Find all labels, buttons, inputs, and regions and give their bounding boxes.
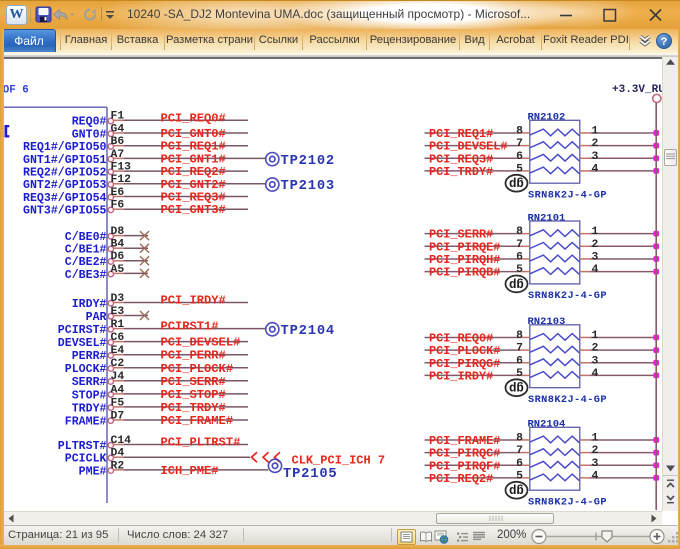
svg-text:gp: gp <box>509 381 524 395</box>
svg-text:6: 6 <box>516 251 523 263</box>
svg-text:OF 6: OF 6 <box>3 84 29 96</box>
svg-text:RN2101: RN2101 <box>528 212 566 224</box>
svg-text:5: 5 <box>516 264 523 276</box>
svg-text:PCI_REQ0#: PCI_REQ0# <box>161 111 226 125</box>
svg-text:SRN8K2J-4-GP: SRN8K2J-4-GP <box>528 290 607 302</box>
svg-text:4: 4 <box>592 368 599 380</box>
svg-text:5: 5 <box>516 163 523 175</box>
svg-text:6: 6 <box>516 355 523 367</box>
svg-text:PCI_PLOCK#: PCI_PLOCK# <box>161 362 234 376</box>
svg-text:PCICLK: PCICLK <box>65 453 107 466</box>
svg-text:1: 1 <box>592 330 599 342</box>
svg-text:3: 3 <box>592 355 599 367</box>
svg-text:7: 7 <box>516 445 523 457</box>
svg-text:2: 2 <box>592 343 599 355</box>
svg-text:PCI_PERR#: PCI_PERR# <box>161 349 226 363</box>
svg-text:RN2104: RN2104 <box>528 419 566 431</box>
svg-text:C/BE3#: C/BE3# <box>65 269 107 282</box>
svg-text:RN2102: RN2102 <box>528 112 566 124</box>
svg-text:GNT0#: GNT0# <box>72 128 107 141</box>
svg-text:8: 8 <box>516 330 523 342</box>
svg-text:8: 8 <box>516 432 523 444</box>
svg-text:ICH_PME#: ICH_PME# <box>161 464 219 478</box>
svg-text:8: 8 <box>516 226 523 238</box>
svg-text:TP2103: TP2103 <box>281 179 335 194</box>
svg-text:3: 3 <box>592 151 599 163</box>
svg-text:6: 6 <box>516 151 523 163</box>
svg-text:PERR#: PERR# <box>72 350 107 363</box>
svg-text:4: 4 <box>592 264 599 276</box>
svg-text:5: 5 <box>516 470 523 482</box>
svg-text:PCI_PIRQB#: PCI_PIRQB# <box>429 266 500 280</box>
svg-text:PCI_GNT3#: PCI_GNT3# <box>161 203 226 217</box>
svg-text:REQ1#/GPIO50: REQ1#/GPIO50 <box>23 141 107 154</box>
svg-text:6: 6 <box>516 458 523 470</box>
svg-text:FRAME#: FRAME# <box>65 415 107 428</box>
svg-text:4: 4 <box>592 470 599 482</box>
svg-text:PCI_TRDY#: PCI_TRDY# <box>429 165 493 179</box>
svg-text:gp: gp <box>509 277 524 291</box>
svg-text:GNT2#/GPIO53: GNT2#/GPIO53 <box>23 179 107 192</box>
svg-text:GNT3#/GPIO55: GNT3#/GPIO55 <box>23 205 107 218</box>
svg-text:PCIRST#: PCIRST# <box>58 324 107 337</box>
svg-text:GNT1#/GPIO51: GNT1#/GPIO51 <box>23 154 107 167</box>
svg-text:RN2103: RN2103 <box>528 316 566 328</box>
svg-text:gp: gp <box>509 483 524 497</box>
svg-text:2: 2 <box>592 239 599 251</box>
svg-text:PCI_IRDY#: PCI_IRDY# <box>161 294 226 308</box>
svg-text:PCI_PLTRST#: PCI_PLTRST# <box>161 436 241 450</box>
svg-text:PCI_DEVSEL#: PCI_DEVSEL# <box>161 336 241 350</box>
svg-text:C/BE1#: C/BE1# <box>65 244 107 257</box>
svg-text:IRDY#: IRDY# <box>72 298 107 311</box>
svg-text:gp: gp <box>509 176 524 190</box>
svg-text:1: 1 <box>592 125 599 137</box>
svg-text:SERR#: SERR# <box>72 376 107 389</box>
svg-text:PCI_SERR#: PCI_SERR# <box>161 375 226 389</box>
svg-text:SRN8K2J-4-GP: SRN8K2J-4-GP <box>528 394 607 406</box>
svg-text:PLTRST#: PLTRST# <box>58 440 107 453</box>
svg-text:3: 3 <box>592 458 599 470</box>
svg-text:4: 4 <box>592 163 599 175</box>
svg-text:TP2102: TP2102 <box>281 154 335 169</box>
svg-text:SRN8K2J-4-GP: SRN8K2J-4-GP <box>528 497 607 509</box>
svg-text:REQ2#/GPIO52: REQ2#/GPIO52 <box>23 167 107 180</box>
svg-text:PAR: PAR <box>86 311 107 324</box>
svg-text:1: 1 <box>592 226 599 238</box>
svg-text:1: 1 <box>592 432 599 444</box>
svg-text:8: 8 <box>516 125 523 137</box>
svg-text:DEVSEL#: DEVSEL# <box>58 337 107 350</box>
svg-text:TP2105: TP2105 <box>283 467 337 482</box>
svg-text:7: 7 <box>516 343 523 355</box>
svg-text:C/BE0#: C/BE0# <box>65 231 107 244</box>
svg-text:REQ3#/GPIO54: REQ3#/GPIO54 <box>23 192 107 205</box>
svg-text:PLOCK#: PLOCK# <box>65 363 107 376</box>
svg-text:PCIRST1#: PCIRST1# <box>161 320 219 334</box>
svg-text:PCI_FRAME#: PCI_FRAME# <box>161 414 234 428</box>
svg-text:CLK_PCI_ICH 7: CLK_PCI_ICH 7 <box>292 454 386 468</box>
svg-text:C/BE2#: C/BE2# <box>65 256 107 269</box>
svg-text:TP2104: TP2104 <box>281 324 335 339</box>
svg-text:STOP#: STOP# <box>72 389 107 402</box>
svg-text:2: 2 <box>592 138 599 150</box>
svg-text:PCI_REQ2#: PCI_REQ2# <box>429 472 493 486</box>
svg-text:TRDY#: TRDY# <box>72 402 107 415</box>
svg-text:2: 2 <box>592 445 599 457</box>
svg-text:REQ0#: REQ0# <box>72 116 107 129</box>
svg-text:PCI_IRDY#: PCI_IRDY# <box>429 369 493 383</box>
svg-text:7: 7 <box>516 138 523 150</box>
svg-text:7: 7 <box>516 239 523 251</box>
svg-text:PME#: PME# <box>79 465 107 478</box>
svg-text:SRN8K2J-4-GP: SRN8K2J-4-GP <box>528 190 607 202</box>
svg-text:PCI_STOP#: PCI_STOP# <box>161 388 226 402</box>
svg-text:3: 3 <box>592 251 599 263</box>
svg-text:5: 5 <box>516 368 523 380</box>
svg-text:PCI_TRDY#: PCI_TRDY# <box>161 401 226 415</box>
